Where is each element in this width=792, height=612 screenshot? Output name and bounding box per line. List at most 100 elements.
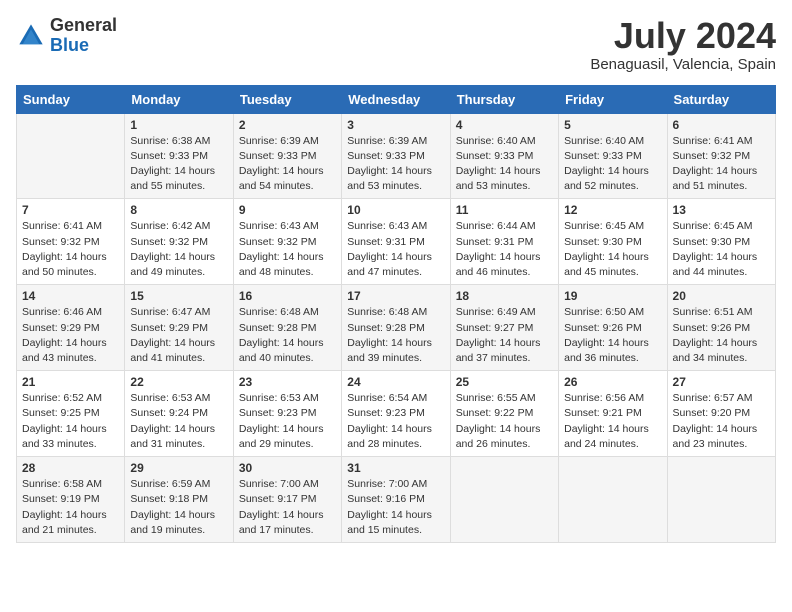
day-number: 21: [22, 375, 119, 389]
day-number: 19: [564, 289, 661, 303]
day-number: 24: [347, 375, 444, 389]
sunrise-text: Sunrise: 6:41 AM: [22, 220, 102, 232]
sunset-text: Sunset: 9:32 PM: [130, 236, 208, 248]
sunset-text: Sunset: 9:33 PM: [130, 150, 208, 162]
calendar-cell: 24 Sunrise: 6:54 AM Sunset: 9:23 PM Dayl…: [342, 371, 450, 457]
calendar-cell: [17, 113, 125, 199]
sunset-text: Sunset: 9:32 PM: [239, 236, 317, 248]
cell-info: Sunrise: 6:55 AM Sunset: 9:22 PM Dayligh…: [456, 391, 553, 452]
daylight-text: Daylight: 14 hours and 19 minutes.: [130, 509, 215, 536]
daylight-text: Daylight: 14 hours and 50 minutes.: [22, 251, 107, 278]
daylight-text: Daylight: 14 hours and 53 minutes.: [347, 165, 432, 192]
day-number: 13: [673, 203, 770, 217]
cell-info: Sunrise: 6:59 AM Sunset: 9:18 PM Dayligh…: [130, 477, 227, 538]
logo-general-text: General: [50, 16, 117, 36]
day-number: 17: [347, 289, 444, 303]
calendar-cell: 30 Sunrise: 7:00 AM Sunset: 9:17 PM Dayl…: [233, 457, 341, 543]
sunrise-text: Sunrise: 6:43 AM: [347, 220, 427, 232]
daylight-text: Daylight: 14 hours and 31 minutes.: [130, 423, 215, 450]
cell-info: Sunrise: 6:56 AM Sunset: 9:21 PM Dayligh…: [564, 391, 661, 452]
daylight-text: Daylight: 14 hours and 41 minutes.: [130, 337, 215, 364]
sunset-text: Sunset: 9:17 PM: [239, 493, 317, 505]
title-block: July 2024 Benaguasil, Valencia, Spain: [590, 16, 776, 73]
sunset-text: Sunset: 9:33 PM: [239, 150, 317, 162]
daylight-text: Daylight: 14 hours and 51 minutes.: [673, 165, 758, 192]
cell-info: Sunrise: 6:53 AM Sunset: 9:23 PM Dayligh…: [239, 391, 336, 452]
header-thursday: Thursday: [450, 85, 558, 113]
sunset-text: Sunset: 9:23 PM: [239, 407, 317, 419]
sunrise-text: Sunrise: 6:56 AM: [564, 392, 644, 404]
day-number: 5: [564, 118, 661, 132]
calendar-header-row: SundayMondayTuesdayWednesdayThursdayFrid…: [17, 85, 776, 113]
cell-info: Sunrise: 6:52 AM Sunset: 9:25 PM Dayligh…: [22, 391, 119, 452]
sunrise-text: Sunrise: 6:48 AM: [347, 306, 427, 318]
daylight-text: Daylight: 14 hours and 24 minutes.: [564, 423, 649, 450]
calendar-cell: 16 Sunrise: 6:48 AM Sunset: 9:28 PM Dayl…: [233, 285, 341, 371]
cell-info: Sunrise: 6:45 AM Sunset: 9:30 PM Dayligh…: [564, 219, 661, 280]
header-saturday: Saturday: [667, 85, 775, 113]
cell-info: Sunrise: 6:46 AM Sunset: 9:29 PM Dayligh…: [22, 305, 119, 366]
logo-icon: [16, 21, 46, 51]
sunrise-text: Sunrise: 6:41 AM: [673, 135, 753, 147]
location-subtitle: Benaguasil, Valencia, Spain: [590, 56, 776, 73]
day-number: 16: [239, 289, 336, 303]
day-number: 23: [239, 375, 336, 389]
header-sunday: Sunday: [17, 85, 125, 113]
sunset-text: Sunset: 9:32 PM: [22, 236, 100, 248]
sunrise-text: Sunrise: 6:57 AM: [673, 392, 753, 404]
calendar-cell: 21 Sunrise: 6:52 AM Sunset: 9:25 PM Dayl…: [17, 371, 125, 457]
sunset-text: Sunset: 9:23 PM: [347, 407, 425, 419]
daylight-text: Daylight: 14 hours and 54 minutes.: [239, 165, 324, 192]
day-number: 27: [673, 375, 770, 389]
sunrise-text: Sunrise: 6:53 AM: [130, 392, 210, 404]
sunrise-text: Sunrise: 6:39 AM: [347, 135, 427, 147]
calendar-cell: [559, 457, 667, 543]
calendar-cell: 26 Sunrise: 6:56 AM Sunset: 9:21 PM Dayl…: [559, 371, 667, 457]
sunrise-text: Sunrise: 6:39 AM: [239, 135, 319, 147]
day-number: 22: [130, 375, 227, 389]
logo-blue-text: Blue: [50, 36, 117, 56]
daylight-text: Daylight: 14 hours and 29 minutes.: [239, 423, 324, 450]
cell-info: Sunrise: 6:41 AM Sunset: 9:32 PM Dayligh…: [673, 134, 770, 195]
sunrise-text: Sunrise: 6:53 AM: [239, 392, 319, 404]
sunset-text: Sunset: 9:25 PM: [22, 407, 100, 419]
sunrise-text: Sunrise: 6:58 AM: [22, 478, 102, 490]
sunset-text: Sunset: 9:30 PM: [564, 236, 642, 248]
page-header: General Blue July 2024 Benaguasil, Valen…: [16, 16, 776, 73]
calendar-cell: 17 Sunrise: 6:48 AM Sunset: 9:28 PM Dayl…: [342, 285, 450, 371]
daylight-text: Daylight: 14 hours and 46 minutes.: [456, 251, 541, 278]
calendar-cell: 9 Sunrise: 6:43 AM Sunset: 9:32 PM Dayli…: [233, 199, 341, 285]
daylight-text: Daylight: 14 hours and 53 minutes.: [456, 165, 541, 192]
day-number: 11: [456, 203, 553, 217]
sunrise-text: Sunrise: 6:52 AM: [22, 392, 102, 404]
sunset-text: Sunset: 9:30 PM: [673, 236, 751, 248]
day-number: 7: [22, 203, 119, 217]
sunrise-text: Sunrise: 6:54 AM: [347, 392, 427, 404]
daylight-text: Daylight: 14 hours and 55 minutes.: [130, 165, 215, 192]
sunrise-text: Sunrise: 6:40 AM: [456, 135, 536, 147]
daylight-text: Daylight: 14 hours and 15 minutes.: [347, 509, 432, 536]
day-number: 25: [456, 375, 553, 389]
sunset-text: Sunset: 9:32 PM: [673, 150, 751, 162]
sunrise-text: Sunrise: 6:47 AM: [130, 306, 210, 318]
cell-info: Sunrise: 6:43 AM Sunset: 9:31 PM Dayligh…: [347, 219, 444, 280]
sunset-text: Sunset: 9:33 PM: [347, 150, 425, 162]
calendar-cell: 3 Sunrise: 6:39 AM Sunset: 9:33 PM Dayli…: [342, 113, 450, 199]
header-monday: Monday: [125, 85, 233, 113]
cell-info: Sunrise: 6:45 AM Sunset: 9:30 PM Dayligh…: [673, 219, 770, 280]
day-number: 20: [673, 289, 770, 303]
day-number: 8: [130, 203, 227, 217]
sunset-text: Sunset: 9:27 PM: [456, 322, 534, 334]
daylight-text: Daylight: 14 hours and 49 minutes.: [130, 251, 215, 278]
calendar-week-row: 7 Sunrise: 6:41 AM Sunset: 9:32 PM Dayli…: [17, 199, 776, 285]
sunrise-text: Sunrise: 6:44 AM: [456, 220, 536, 232]
calendar-cell: 31 Sunrise: 7:00 AM Sunset: 9:16 PM Dayl…: [342, 457, 450, 543]
daylight-text: Daylight: 14 hours and 47 minutes.: [347, 251, 432, 278]
month-year-title: July 2024: [590, 16, 776, 56]
cell-info: Sunrise: 6:50 AM Sunset: 9:26 PM Dayligh…: [564, 305, 661, 366]
daylight-text: Daylight: 14 hours and 26 minutes.: [456, 423, 541, 450]
cell-info: Sunrise: 6:51 AM Sunset: 9:26 PM Dayligh…: [673, 305, 770, 366]
cell-info: Sunrise: 7:00 AM Sunset: 9:16 PM Dayligh…: [347, 477, 444, 538]
daylight-text: Daylight: 14 hours and 23 minutes.: [673, 423, 758, 450]
sunset-text: Sunset: 9:29 PM: [130, 322, 208, 334]
